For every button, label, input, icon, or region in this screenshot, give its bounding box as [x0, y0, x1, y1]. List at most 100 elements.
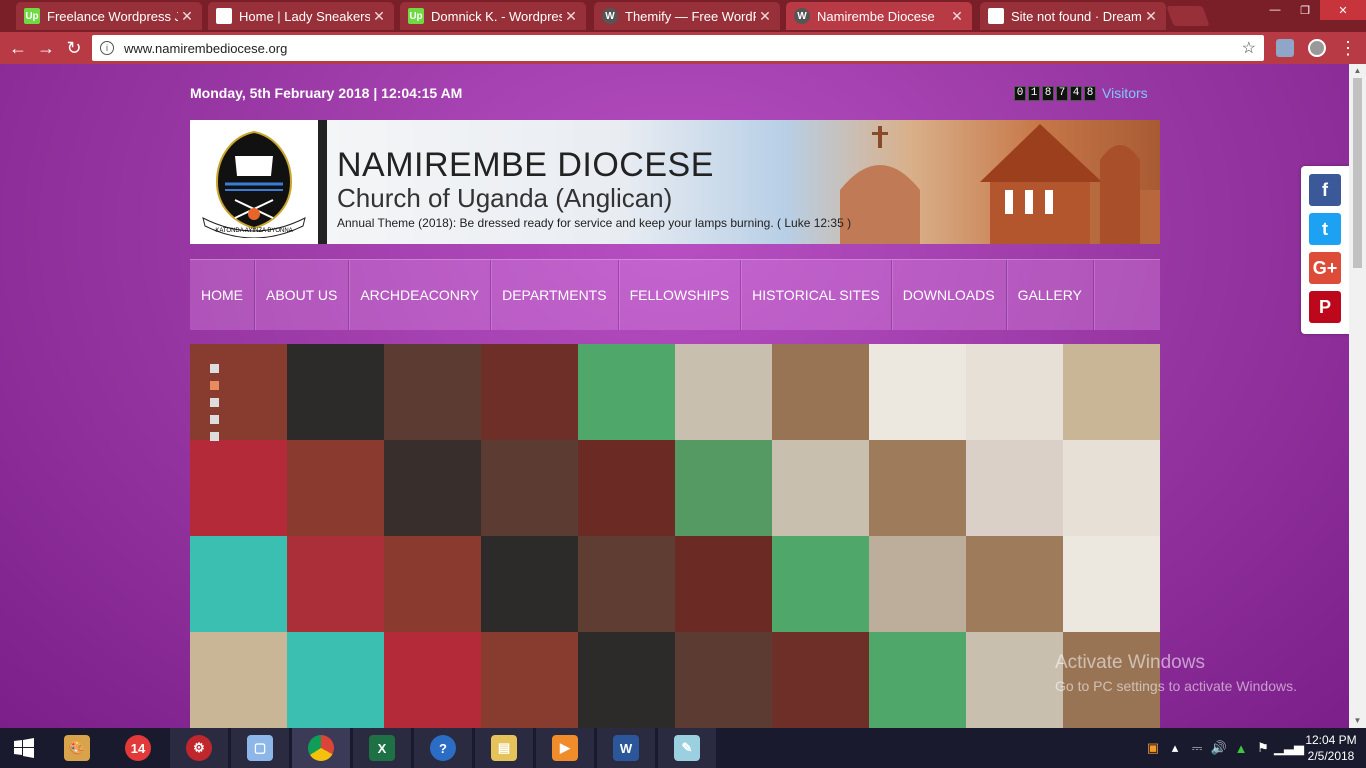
slider-photo-tile [1063, 440, 1160, 536]
site-subtitle: Church of Uganda (Anglican) [337, 183, 673, 213]
nav-item-historical-sites[interactable]: HISTORICAL SITES [741, 260, 892, 330]
badge-14-icon: 14 [125, 735, 151, 761]
tray-app-icon[interactable]: ▣ [1142, 740, 1164, 756]
slider-photo-tile [578, 344, 675, 440]
slider-photo-tile [481, 632, 578, 728]
counter-digit: 8 [1084, 85, 1096, 101]
slider-photo-tile [578, 536, 675, 632]
slider-photo-tile [578, 440, 675, 536]
nav-item-fellowships[interactable]: FELLOWSHIPS [619, 260, 742, 330]
pinterest-icon[interactable]: P [1309, 291, 1341, 323]
slider-dot-active[interactable] [210, 381, 219, 390]
taskbar-excel-app[interactable]: X [353, 728, 411, 768]
browser-tab[interactable]: Up Freelance Wordpress Jo ✕ [16, 2, 202, 30]
close-window-icon[interactable]: ✕ [1320, 0, 1366, 20]
twitter-icon[interactable]: t [1309, 213, 1341, 245]
windows-start-icon[interactable] [0, 728, 48, 768]
extension-puzzle-icon[interactable] [1276, 39, 1294, 57]
slider-photo-tile [772, 440, 869, 536]
bookmark-star-icon[interactable]: ☆ [1242, 38, 1256, 58]
taskbar-word-app[interactable]: W [597, 728, 655, 768]
window-controls: — ❐ ✕ [1260, 0, 1366, 20]
minimize-icon[interactable]: — [1260, 0, 1290, 20]
site-title: NAMIREMBE DIOCESE [337, 146, 714, 184]
slider-photo-tile [190, 440, 287, 536]
browser-tab[interactable]: Home | Lady Sneakers ✕ [208, 2, 394, 30]
date-time: Monday, 5th February 2018 | 12:04:15 AM [190, 85, 463, 101]
main-navigation: HOME ABOUT US ARCHDEACONRY DEPARTMENTS FELLO… [190, 259, 1160, 330]
browser-toolbar: ← → ↻ i ☆ ⋮ [0, 32, 1366, 64]
browser-tab[interactable]: Site not found · DreamH ✕ [980, 2, 1166, 30]
url-input[interactable] [124, 40, 1242, 56]
browser-tab[interactable]: W Themify — Free WordPre✕ [594, 2, 780, 30]
taskbar-chrome-app[interactable] [292, 728, 350, 768]
counter-digit: 8 [1042, 85, 1054, 101]
info-icon[interactable]: i [100, 41, 114, 55]
tray-signal-icon[interactable]: ▁▃▅ [1274, 740, 1304, 756]
scrollbar-thumb[interactable] [1353, 78, 1362, 268]
menu-kebab-icon[interactable]: ⋮ [1336, 36, 1360, 60]
tab-close-icon[interactable]: ✕ [178, 8, 196, 25]
tray-chevron-icon[interactable]: ▴ [1164, 740, 1186, 756]
taskbar-folder-app[interactable]: ▢ [231, 728, 289, 768]
taskbar-media-app[interactable]: ▶ [536, 728, 594, 768]
wordpress-icon: W [602, 8, 618, 24]
tray-flag-icon[interactable]: ⚑ [1252, 740, 1274, 756]
taskbar-paint-app[interactable]: 🎨 [48, 728, 106, 768]
scroll-down-icon[interactable]: ▼ [1349, 714, 1366, 728]
tray-usb-icon[interactable]: ⎓ [1186, 740, 1208, 756]
slider-dot[interactable] [210, 398, 219, 407]
reload-icon[interactable]: ↻ [62, 36, 86, 60]
tab-close-icon[interactable]: ✕ [948, 8, 966, 25]
slider-photo-tile [966, 344, 1063, 440]
site-banner[interactable]: KATONDA AYINZA BYONNA NAMIREMBE DIOCESE … [190, 120, 1160, 244]
tab-close-icon[interactable]: ✕ [562, 8, 580, 25]
new-tab-button[interactable] [1166, 6, 1210, 26]
tray-alert-icon[interactable]: ▲ [1230, 741, 1252, 756]
tray-volume-icon[interactable]: 🔊 [1208, 740, 1230, 756]
forward-arrow-icon[interactable]: → [34, 36, 58, 60]
taskbar-gear-app[interactable]: ⚙ [170, 728, 228, 768]
taskbar-badge-app[interactable]: 14 [109, 728, 167, 768]
back-arrow-icon[interactable]: ← [6, 36, 30, 60]
tab-close-icon[interactable]: ✕ [370, 8, 388, 25]
slider-photo-tile [966, 536, 1063, 632]
nav-item-downloads[interactable]: DOWNLOADS [892, 260, 1007, 330]
extension-globe-icon[interactable] [1308, 39, 1326, 57]
nav-item-gallery[interactable]: GALLERY [1007, 260, 1094, 330]
scroll-up-icon[interactable]: ▲ [1349, 64, 1366, 78]
tab-title: Namirembe Diocese [817, 8, 935, 24]
taskbar-help-app[interactable]: ? [414, 728, 472, 768]
slider-photo-tile [384, 440, 481, 536]
slider-dot[interactable] [210, 432, 219, 441]
slider-dot[interactable] [210, 415, 219, 424]
taskbar-clock[interactable]: 12:04 PM 2/5/2018 [1296, 732, 1366, 764]
taskbar-files-app[interactable]: ▤ [475, 728, 533, 768]
tab-close-icon[interactable]: ✕ [1142, 8, 1160, 25]
wordpress-icon: W [794, 8, 810, 24]
slider-photo-tile [578, 632, 675, 728]
page-scrollbar[interactable]: ▲ ▼ [1349, 64, 1366, 728]
nav-item-home[interactable]: HOME [190, 260, 255, 330]
google-plus-icon[interactable]: G+ [1309, 252, 1341, 284]
taskbar-notes-app[interactable]: ✎ [658, 728, 716, 768]
nav-item-about-us[interactable]: ABOUT US [255, 260, 350, 330]
tab-close-icon[interactable]: ✕ [756, 8, 774, 25]
seal-motto: KATONDA AYINZA BYONNA [215, 228, 292, 234]
browser-tab[interactable]: Up Domnick K. - Wordpress ✕ [400, 2, 586, 30]
windows-activation-watermark: Activate Windows Go to PC settings to ac… [1055, 652, 1297, 694]
address-bar[interactable]: i ☆ [92, 35, 1264, 61]
photo-slider[interactable] [190, 344, 1160, 728]
excel-icon: X [369, 735, 395, 761]
slider-photo-tile [481, 440, 578, 536]
nav-item-archdeaconry[interactable]: ARCHDEACONRY [349, 260, 492, 330]
media-player-icon: ▶ [552, 735, 578, 761]
restore-icon[interactable]: ❐ [1290, 0, 1320, 20]
notepad-icon: ✎ [674, 735, 700, 761]
slider-photo-tile [190, 344, 287, 440]
browser-tab[interactable]: W Namirembe Diocese ✕ [786, 2, 972, 30]
tab-title: Domnick K. - Wordpress [431, 8, 562, 24]
nav-item-departments[interactable]: DEPARTMENTS [491, 260, 619, 330]
slider-dot[interactable] [210, 364, 219, 373]
facebook-icon[interactable]: f [1309, 174, 1341, 206]
